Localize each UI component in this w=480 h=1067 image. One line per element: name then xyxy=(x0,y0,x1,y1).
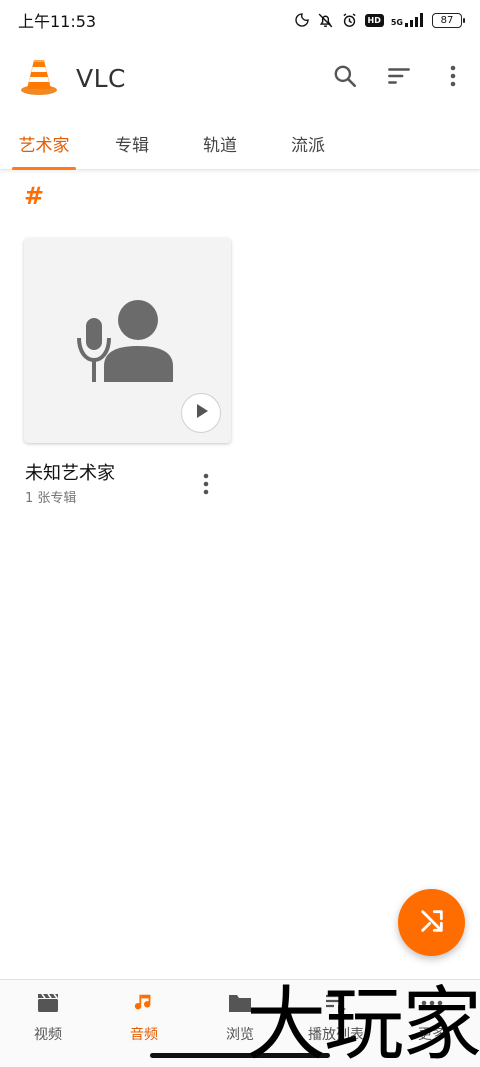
play-button[interactable] xyxy=(181,393,221,433)
network-label: 5G xyxy=(390,18,403,27)
status-bar: 上午11:53 HD 5G 87 xyxy=(0,0,480,40)
play-icon xyxy=(192,402,210,424)
nav-label-audio: 音频 xyxy=(130,1027,158,1043)
tab-tracks[interactable]: 轨道 xyxy=(176,116,264,170)
app-actions xyxy=(318,51,480,105)
status-icons: HD 5G 87 xyxy=(294,12,465,29)
artist-subtitle: 1 张专辑 xyxy=(25,491,77,506)
nav-label-video: 视频 xyxy=(34,1027,62,1043)
signal-icon: 5G xyxy=(391,13,425,27)
search-icon xyxy=(332,63,358,93)
sort-button[interactable] xyxy=(372,51,426,105)
item-more-button[interactable] xyxy=(190,470,222,502)
tab-albums[interactable]: 专辑 xyxy=(88,116,176,170)
artist-placeholder-icon xyxy=(76,296,176,386)
battery-icon: 87 xyxy=(432,12,465,28)
tab-bar: 艺术家 专辑 轨道 流派 xyxy=(0,116,480,170)
tab-artists[interactable]: 艺术家 xyxy=(0,116,88,170)
tab-genres[interactable]: 流派 xyxy=(264,116,352,170)
shuffle-fab[interactable] xyxy=(398,889,465,956)
app-title: VLC xyxy=(76,63,126,93)
nav-item-video[interactable]: 视频 xyxy=(0,980,96,1067)
hd-icon: HD xyxy=(364,13,384,27)
nav-item-more[interactable]: 更多 xyxy=(384,980,480,1067)
app-bar: VLC xyxy=(0,40,480,116)
search-button[interactable] xyxy=(318,51,372,105)
moon-icon xyxy=(294,12,310,28)
artist-title[interactable]: 未知艺术家 xyxy=(25,459,115,485)
mute-icon xyxy=(317,12,334,29)
artist-card[interactable] xyxy=(24,238,231,443)
section-header: # xyxy=(24,182,45,210)
more-vert-icon xyxy=(449,65,457,91)
shuffle-icon xyxy=(418,907,446,939)
home-indicator xyxy=(150,1053,330,1058)
video-clapper-icon xyxy=(36,992,60,1018)
music-note-icon xyxy=(133,992,155,1018)
nav-label-more: 更多 xyxy=(418,1027,446,1043)
vlc-cone-logo xyxy=(20,56,58,100)
sort-icon xyxy=(386,63,412,93)
more-vert-icon xyxy=(202,473,210,499)
more-options-button[interactable] xyxy=(426,51,480,105)
alarm-icon xyxy=(341,12,358,29)
status-time: 上午11:53 xyxy=(18,12,97,31)
more-horiz-icon xyxy=(420,992,444,1018)
nav-label-playlists: 播放列表 xyxy=(308,1027,364,1043)
folder-icon xyxy=(227,992,253,1018)
playlist-icon xyxy=(324,992,348,1018)
nav-label-browse: 浏览 xyxy=(226,1027,254,1043)
